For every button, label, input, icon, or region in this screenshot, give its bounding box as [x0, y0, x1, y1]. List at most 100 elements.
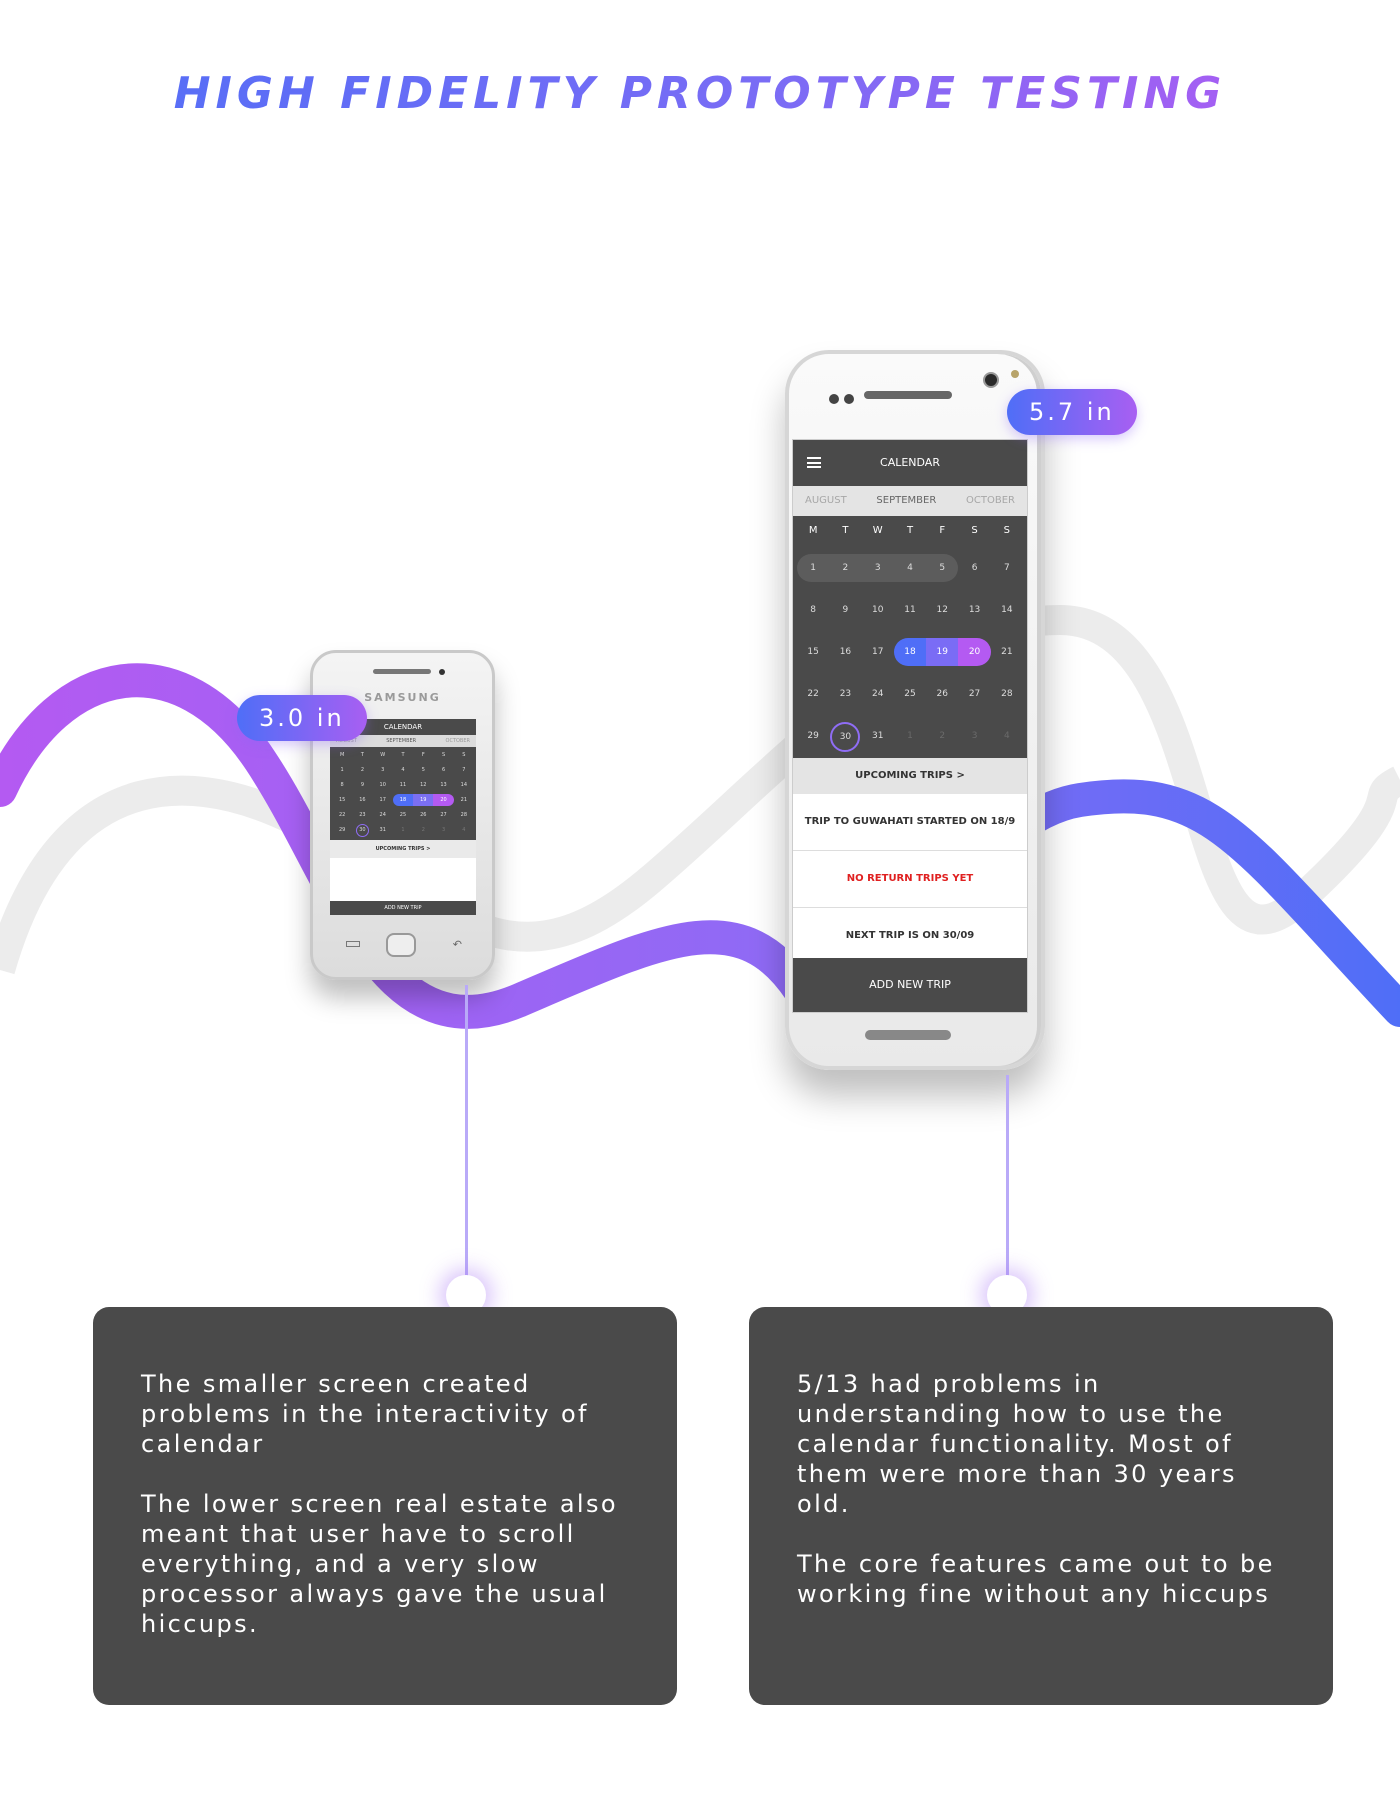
trip-list-item[interactable]: NEXT TRIP IS ON 30/09 [793, 908, 1027, 965]
calendar-day[interactable]: 26 [926, 680, 958, 708]
calendar-day[interactable]: 24 [862, 680, 894, 708]
calendar-grid: M T W T F S S 1 2 3 4 5 6 7 8 9 10 11 12… [793, 516, 1027, 758]
calendar-day-today[interactable]: 30 [352, 824, 372, 837]
camera-icon [983, 372, 999, 388]
weekday-label: S [462, 752, 466, 758]
month-current[interactable]: SEPTEMBER [876, 486, 936, 516]
calendar-day-next-month: 3 [971, 731, 978, 741]
calendar-day[interactable]: 21 [454, 794, 474, 806]
calendar-day[interactable]: 23 [352, 809, 372, 821]
add-new-trip-button[interactable]: ADD NEW TRIP [793, 958, 1027, 1012]
calendar-day-next-month: 4 [1003, 731, 1010, 741]
upcoming-trips-link[interactable]: UPCOMING TRIPS > [330, 840, 476, 858]
calendar-day[interactable]: 29 [797, 722, 829, 750]
weekday-label: T [401, 752, 405, 758]
trip-list-item[interactable]: TRIP TO GUWAHATI STARTED ON 18/9 [793, 794, 1027, 851]
calendar-day[interactable]: 7 [454, 764, 474, 776]
add-new-trip-button[interactable]: ADD NEW TRIP [330, 901, 476, 915]
calendar-day[interactable]: 23 [829, 680, 861, 708]
calendar-day[interactable]: 28 [991, 680, 1023, 708]
month-next[interactable]: OCTOBER [446, 735, 470, 747]
calendar-day-next-month: 2 [939, 731, 946, 741]
calendar-day[interactable]: 9 [829, 596, 861, 624]
calendar-day[interactable]: 12 [926, 596, 958, 624]
calendar-day-selected[interactable]: 19 [926, 638, 959, 666]
menu-key-icon[interactable] [346, 941, 360, 947]
calendar-day[interactable]: 8 [797, 596, 829, 624]
calendar-day[interactable]: 2 [352, 764, 372, 776]
calendar-day[interactable]: 1 [332, 764, 352, 776]
calendar-day[interactable]: 17 [373, 794, 393, 806]
small-screen-size-badge: 3.0 in [237, 695, 367, 741]
calendar-day[interactable]: 4 [893, 554, 927, 582]
speaker-grille [864, 391, 952, 399]
calendar-day[interactable]: 26 [413, 809, 433, 821]
calendar-day-next-month: 1 [401, 827, 405, 833]
calendar-day[interactable]: 31 [862, 722, 894, 750]
calendar-day[interactable]: 5 [413, 764, 433, 776]
calendar-day-selected[interactable]: 20 [433, 794, 454, 806]
calendar-day[interactable]: 5 [926, 554, 959, 582]
calendar-day[interactable]: 9 [352, 779, 372, 791]
back-key-icon[interactable]: ↶ [453, 938, 462, 951]
calendar-day[interactable]: 29 [332, 824, 352, 836]
calendar-day[interactable]: 15 [332, 794, 352, 806]
calendar-day[interactable]: 13 [958, 596, 990, 624]
calendar-day[interactable]: 14 [454, 779, 474, 791]
calendar-day[interactable]: 4 [393, 764, 413, 776]
calendar-day[interactable]: 14 [991, 596, 1023, 624]
calendar-day[interactable]: 27 [433, 809, 453, 821]
finding-card-small-screen: The smaller screen created problems in t… [93, 1307, 677, 1705]
calendar-day[interactable]: 22 [797, 680, 829, 708]
hamburger-menu-icon[interactable] [807, 457, 821, 468]
month-selector[interactable]: AUGUST SEPTEMBER OCTOBER [793, 486, 1027, 516]
calendar-day[interactable]: 31 [373, 824, 393, 836]
connector-line-right [1006, 1075, 1009, 1285]
calendar-day[interactable]: 10 [373, 779, 393, 791]
calendar-day[interactable]: 10 [862, 596, 894, 624]
calendar-day[interactable]: 3 [373, 764, 393, 776]
upcoming-trips-label: UPCOMING TRIPS [855, 770, 953, 781]
calendar-day-selected[interactable]: 19 [413, 794, 434, 806]
calendar-day[interactable]: 15 [797, 638, 829, 666]
calendar-day[interactable]: 16 [352, 794, 372, 806]
calendar-day[interactable]: 13 [433, 779, 453, 791]
trip-list-item-alert: NO RETURN TRIPS YET [793, 851, 1027, 908]
calendar-day-selected[interactable]: 20 [958, 638, 991, 666]
calendar-day[interactable]: 27 [958, 680, 990, 708]
weekday-label: T [360, 752, 364, 758]
calendar-day[interactable]: 7 [991, 554, 1023, 582]
calendar-day[interactable]: 12 [413, 779, 433, 791]
calendar-day[interactable]: 3 [861, 554, 894, 582]
home-button[interactable] [865, 1030, 951, 1040]
calendar-day[interactable]: 6 [433, 764, 453, 776]
calendar-day[interactable]: 6 [958, 554, 990, 582]
month-current[interactable]: SEPTEMBER [386, 735, 416, 747]
sensor-icon [844, 394, 854, 404]
calendar-day-selected[interactable]: 18 [392, 794, 414, 806]
calendar-day[interactable]: 28 [454, 809, 474, 821]
card-paragraph: The lower screen real estate also meant … [141, 1490, 618, 1638]
calendar-day-next-month: 3 [441, 827, 446, 833]
large-phone-mockup: CALENDAR AUGUST SEPTEMBER OCTOBER M T W … [785, 350, 1045, 1070]
calendar-day[interactable]: 24 [373, 809, 393, 821]
calendar-day[interactable]: 2 [829, 554, 862, 582]
home-button[interactable] [386, 933, 416, 957]
calendar-day-today[interactable]: 30 [829, 722, 861, 752]
month-next[interactable]: OCTOBER [966, 486, 1015, 516]
calendar-day[interactable]: 1 [797, 554, 830, 582]
calendar-day[interactable]: 25 [393, 809, 413, 821]
calendar-day[interactable]: 21 [991, 638, 1023, 666]
calendar-day[interactable]: 8 [332, 779, 352, 791]
calendar-day[interactable]: 11 [894, 596, 926, 624]
calendar-day[interactable]: 25 [894, 680, 926, 708]
weekday-label: F [421, 752, 425, 758]
month-prev[interactable]: AUGUST [805, 486, 847, 516]
calendar-day[interactable]: 11 [393, 779, 413, 791]
upcoming-trips-link[interactable]: UPCOMING TRIPS > [793, 758, 1027, 794]
calendar-day[interactable]: 17 [862, 638, 894, 666]
large-screen-size-badge: 5.7 in [1007, 389, 1137, 435]
calendar-day[interactable]: 22 [332, 809, 352, 821]
calendar-day[interactable]: 16 [829, 638, 861, 666]
calendar-day-selected[interactable]: 18 [893, 638, 927, 666]
